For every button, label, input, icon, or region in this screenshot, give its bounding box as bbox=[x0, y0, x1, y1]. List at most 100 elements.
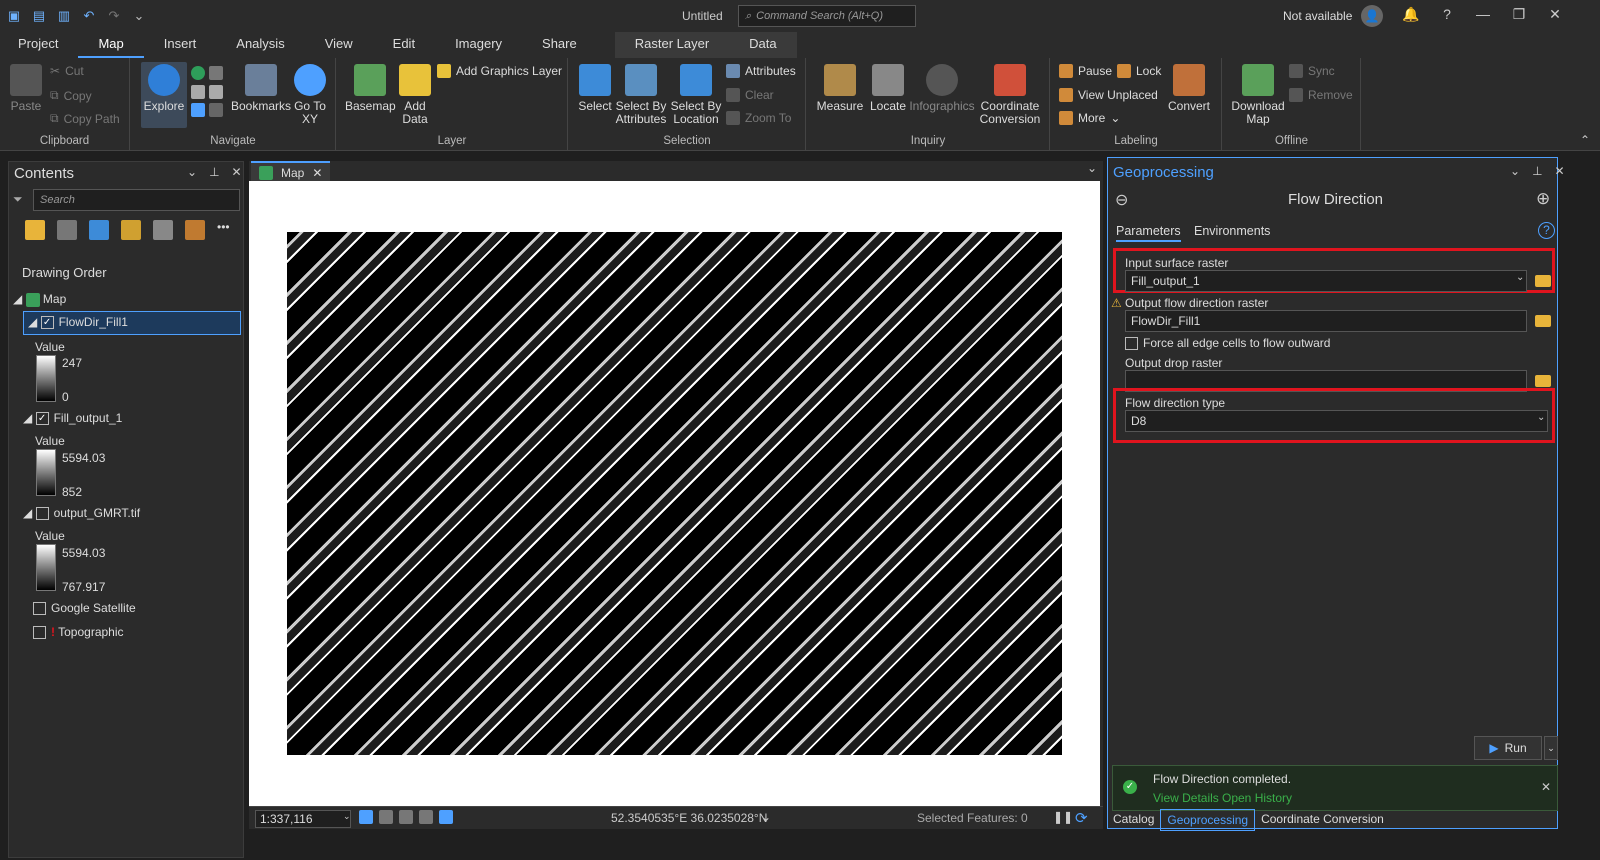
map-tab[interactable]: Map ✕ bbox=[251, 161, 331, 183]
sync-button[interactable]: Sync bbox=[1289, 64, 1335, 78]
map-node[interactable]: ◢ Map bbox=[13, 292, 66, 307]
convert-button[interactable]: Convert bbox=[1167, 64, 1211, 113]
undo-icon[interactable]: ↶ bbox=[81, 8, 97, 24]
basemap-button[interactable]: Basemap bbox=[345, 64, 396, 113]
filter-icon[interactable]: ⏷ bbox=[13, 192, 23, 207]
layer-fill-output-1[interactable]: ◢ ✓ Fill_output_1 bbox=[23, 411, 122, 426]
lock-labels-button[interactable]: Lock bbox=[1117, 64, 1161, 78]
pin-icon[interactable]: ⊥ bbox=[1532, 164, 1542, 178]
expand-icon[interactable]: ◢ bbox=[28, 315, 37, 329]
pin-icon[interactable]: ⊥ bbox=[209, 165, 219, 179]
input-raster-field[interactable]: Fill_output_1 bbox=[1125, 270, 1527, 292]
go-to-xy-button[interactable]: Go To XY bbox=[291, 64, 329, 126]
clear-button[interactable]: Clear bbox=[726, 88, 774, 102]
expand-icon[interactable]: ◢ bbox=[23, 506, 32, 520]
close-icon[interactable]: ✕ bbox=[312, 166, 322, 180]
back-icon[interactable]: ⊖ bbox=[1115, 190, 1128, 210]
explore-button[interactable]: Explore bbox=[141, 62, 187, 128]
command-search-input[interactable]: ⌕ Command Search (Alt+Q) bbox=[738, 5, 916, 27]
drawing-order-icon[interactable] bbox=[25, 220, 45, 240]
add-icon[interactable]: ⊕ bbox=[1536, 189, 1550, 209]
flow-type-select[interactable]: D8 bbox=[1125, 410, 1548, 432]
snapping-icon[interactable] bbox=[399, 810, 413, 824]
tab-catalog[interactable]: Catalog bbox=[1107, 809, 1160, 831]
minimize-icon[interactable]: — bbox=[1465, 6, 1501, 23]
layer-visibility-checkbox[interactable] bbox=[33, 602, 46, 616]
table-icon[interactable] bbox=[379, 810, 393, 824]
infographics-button[interactable]: Infographics bbox=[909, 64, 975, 113]
notification-icon[interactable]: 🔔 bbox=[1393, 6, 1429, 23]
previous-extent-icon[interactable] bbox=[191, 103, 205, 118]
snapping-icon[interactable] bbox=[153, 220, 173, 240]
zoom-to-button[interactable]: Zoom To bbox=[726, 111, 791, 125]
labeling-view-icon[interactable] bbox=[185, 220, 205, 240]
tab-data[interactable]: Data bbox=[729, 32, 797, 58]
fixed-zoom-in-icon[interactable] bbox=[191, 84, 205, 99]
tab-project[interactable]: Project bbox=[0, 32, 78, 58]
data-source-icon[interactable] bbox=[57, 220, 77, 240]
open-folder-icon[interactable]: ▤ bbox=[31, 8, 47, 24]
browse-folder-icon[interactable] bbox=[1535, 375, 1551, 387]
select-by-location-button[interactable]: Select By Location bbox=[669, 64, 723, 126]
collapse-ribbon-icon[interactable]: ⌃ bbox=[1580, 133, 1590, 147]
copy-path-button[interactable]: ⧉ Copy Path bbox=[50, 111, 120, 126]
run-options-icon[interactable]: ⌄ bbox=[1544, 736, 1558, 760]
locate-button[interactable]: Locate bbox=[867, 64, 909, 113]
tab-parameters[interactable]: Parameters bbox=[1116, 224, 1181, 242]
layer-visibility-checkbox[interactable]: ✓ bbox=[40, 316, 54, 330]
more-labeling-button[interactable]: More ⌄ bbox=[1059, 111, 1120, 125]
layer-visibility-checkbox[interactable]: ✓ bbox=[35, 412, 49, 426]
expand-icon[interactable]: ◢ bbox=[13, 292, 22, 306]
close-icon[interactable]: ✕ bbox=[1541, 780, 1551, 794]
restore-icon[interactable]: ❐ bbox=[1501, 6, 1537, 23]
map-canvas[interactable] bbox=[249, 181, 1100, 806]
layer-google-satellite[interactable]: Google Satellite bbox=[33, 601, 136, 616]
download-map-button[interactable]: Download Map bbox=[1231, 64, 1285, 126]
full-extent-icon[interactable] bbox=[191, 66, 205, 80]
scale-input[interactable]: 1:337,116 bbox=[255, 810, 351, 828]
fixed-zoom-out-icon[interactable] bbox=[209, 84, 223, 99]
chevron-down-icon[interactable]: ⌄ bbox=[761, 810, 771, 824]
copy-button[interactable]: ⧉ Copy bbox=[50, 88, 92, 103]
customize-icon[interactable]: ⌄ bbox=[131, 8, 147, 24]
layer-visibility-checkbox[interactable] bbox=[35, 507, 49, 521]
north-arrow-icon[interactable] bbox=[439, 810, 453, 824]
new-project-icon[interactable]: ▣ bbox=[6, 8, 22, 24]
bookmarks-button[interactable]: Bookmarks bbox=[231, 64, 291, 113]
editing-view-icon[interactable] bbox=[121, 220, 141, 240]
output-raster-field[interactable]: FlowDir_Fill1 bbox=[1125, 310, 1527, 332]
close-icon[interactable]: ✕ bbox=[1555, 164, 1565, 178]
tab-coordinate-conversion[interactable]: Coordinate Conversion bbox=[1255, 809, 1390, 831]
chevron-down-icon[interactable]: ⌄ bbox=[1537, 412, 1545, 423]
open-history-link[interactable]: Open History bbox=[1222, 791, 1292, 805]
zoom-layer-icon[interactable] bbox=[209, 66, 223, 80]
tab-map[interactable]: Map bbox=[78, 32, 144, 58]
browse-folder-icon[interactable] bbox=[1535, 275, 1551, 287]
redo-icon[interactable]: ↷ bbox=[106, 8, 122, 24]
next-extent-icon[interactable] bbox=[209, 103, 223, 118]
chevron-down-icon[interactable]: ⌄ bbox=[187, 165, 197, 179]
tab-environments[interactable]: Environments bbox=[1194, 224, 1270, 238]
chevron-down-icon[interactable]: ⌄ bbox=[1516, 272, 1524, 283]
tab-analysis[interactable]: Analysis bbox=[216, 32, 304, 58]
remove-button[interactable]: Remove bbox=[1289, 88, 1353, 102]
tab-insert[interactable]: Insert bbox=[144, 32, 217, 58]
tab-view[interactable]: View bbox=[305, 32, 373, 58]
attributes-button[interactable]: Attributes bbox=[726, 64, 796, 78]
crosshair-icon[interactable] bbox=[419, 810, 433, 824]
run-button[interactable]: ▶ Run bbox=[1474, 736, 1542, 760]
view-details-link[interactable]: View Details bbox=[1153, 791, 1219, 805]
force-edge-option[interactable]: Force all edge cells to flow outward bbox=[1125, 336, 1330, 351]
grid-icon[interactable] bbox=[359, 810, 373, 824]
layer-output-gmrt[interactable]: ◢ output_GMRT.tif bbox=[23, 506, 140, 521]
tab-raster-layer[interactable]: Raster Layer bbox=[614, 32, 730, 58]
force-edge-checkbox[interactable] bbox=[1125, 337, 1138, 351]
select-by-attributes-button[interactable]: Select By Attributes bbox=[615, 64, 667, 126]
chevron-down-icon[interactable]: ⌄ bbox=[343, 811, 351, 822]
measure-button[interactable]: Measure bbox=[815, 64, 865, 113]
view-unplaced-button[interactable]: View Unplaced bbox=[1059, 88, 1158, 102]
save-icon[interactable]: ▥ bbox=[56, 8, 72, 24]
avatar[interactable]: 👤 bbox=[1361, 5, 1383, 27]
layer-visibility-checkbox[interactable] bbox=[33, 626, 46, 640]
layer-topographic[interactable]: ! Topographic bbox=[33, 625, 124, 640]
